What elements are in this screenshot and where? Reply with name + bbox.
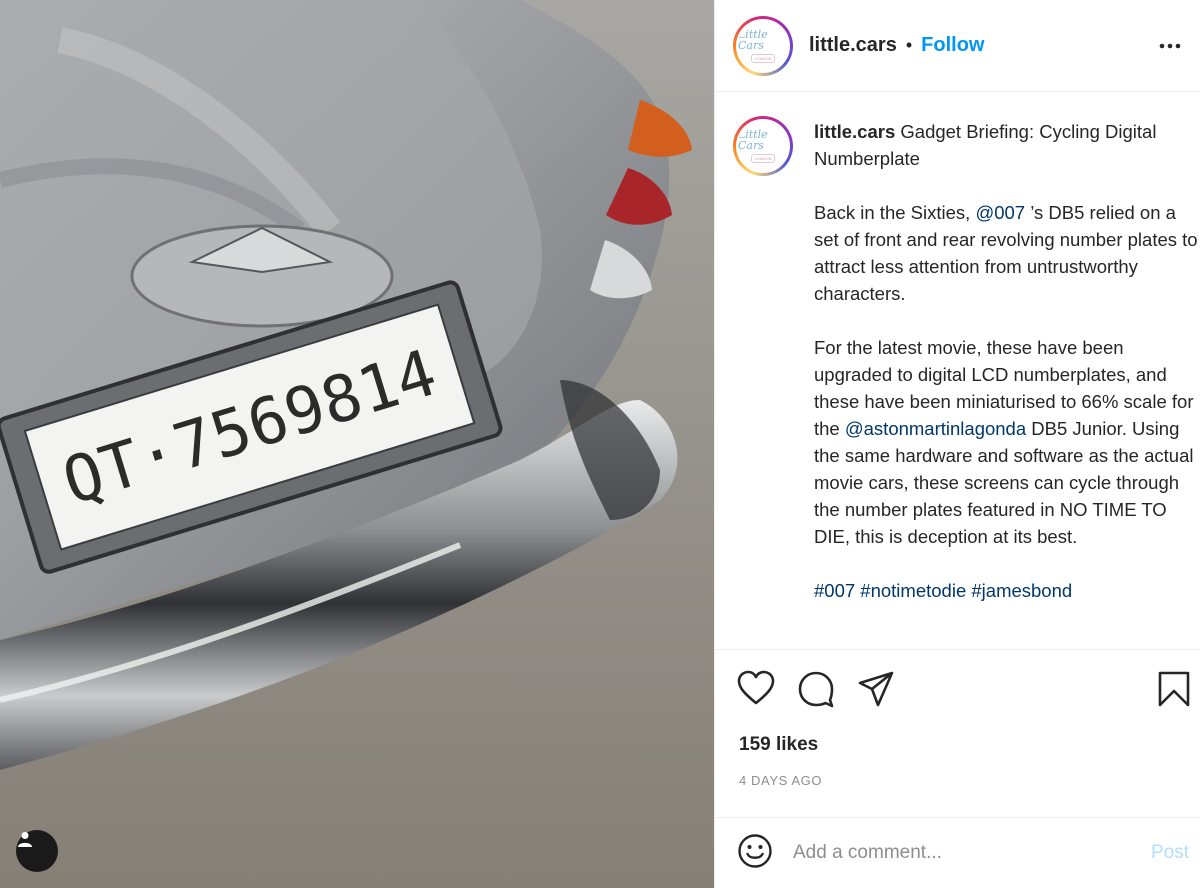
follow-button[interactable]: Follow: [921, 34, 984, 57]
avatar[interactable]: Little Cars LONDON: [733, 15, 793, 76]
action-bar: [715, 650, 1200, 734]
share-icon[interactable]: [857, 670, 895, 713]
bookmark-icon[interactable]: [1157, 670, 1191, 713]
hashtag-link[interactable]: #007: [814, 580, 855, 601]
avatar-sub-text: LONDON: [751, 53, 775, 63]
post-photo: QT·7569814: [0, 0, 714, 888]
post-comment-button[interactable]: Post: [1151, 842, 1189, 864]
mention-link-007[interactable]: @007: [975, 202, 1025, 223]
likes-count[interactable]: 159 likes: [739, 734, 818, 756]
author-username[interactable]: little.cars: [809, 34, 897, 57]
caption-text: little.cars Gadget Briefing: Cycling Dig…: [814, 118, 1200, 604]
caption-avatar-logo-text: Little Cars: [738, 128, 768, 152]
post-header: Little Cars LONDON little.cars • Follow: [715, 0, 1200, 92]
caption-paragraph-1-start: Back in the Sixties,: [814, 202, 976, 223]
emoji-icon[interactable]: [737, 833, 773, 874]
post-date[interactable]: 4 DAYS AGO: [739, 773, 822, 788]
comment-input[interactable]: [793, 842, 1123, 864]
caption-avatar-sub-text: LONDON: [751, 154, 775, 163]
mention-link-astonmartinlagonda[interactable]: @astonmartinlagonda: [845, 418, 1026, 439]
heart-icon[interactable]: [737, 670, 775, 711]
hashtag-link[interactable]: #jamesbond: [971, 580, 1072, 601]
comment-bar: Post: [715, 817, 1200, 888]
user-tag-icon[interactable]: [16, 830, 58, 872]
caption-section: Little Cars LONDON little.cars Gadget Br…: [715, 92, 1200, 650]
separator-dot: •: [905, 35, 913, 55]
caption-avatar[interactable]: Little Cars LONDON: [733, 116, 793, 176]
post-details-panel: Little Cars LONDON little.cars • Follow …: [714, 0, 1200, 888]
hashtag-link[interactable]: #notimetodie: [860, 580, 966, 601]
more-options-icon[interactable]: [1158, 34, 1182, 63]
caption-username[interactable]: little.cars: [814, 121, 895, 142]
avatar-logo-text: Little Cars: [738, 27, 768, 52]
comment-icon[interactable]: [797, 670, 835, 713]
car-photo-illustration: QT·7569814: [0, 0, 714, 888]
